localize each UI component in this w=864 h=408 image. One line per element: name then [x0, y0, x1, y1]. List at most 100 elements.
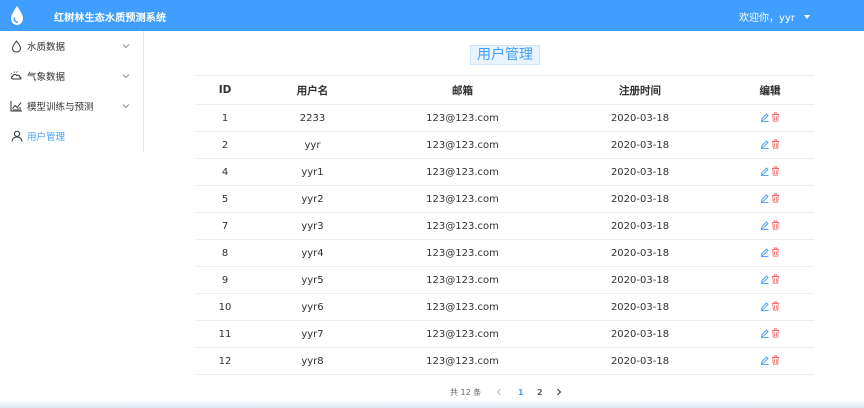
cell-actions [726, 239, 814, 267]
cell-email: 123@123.com [371, 158, 554, 186]
cell-actions [726, 131, 814, 159]
cell-id: 12 [196, 347, 254, 375]
cell-username: yyr5 [254, 266, 371, 294]
caret-down-icon[interactable] [804, 14, 810, 19]
delete-icon[interactable] [771, 220, 780, 230]
sidebar-item-label: 水质数据 [27, 42, 66, 53]
cell-email: 123@123.com [371, 293, 554, 321]
edit-icon[interactable] [760, 166, 769, 176]
table-row: 12 yyr8 123@123.com 2020-03-18 [196, 347, 814, 375]
delete-icon[interactable] [771, 193, 780, 203]
page-title: 用户管理 [470, 45, 540, 65]
cell-actions [726, 158, 814, 186]
sidebar-item-water-quality[interactable]: 水质数据 [0, 31, 143, 61]
cell-id: 2 [196, 131, 254, 159]
weather-cloud-icon [10, 70, 23, 83]
water-drop-icon [10, 39, 23, 53]
delete-icon[interactable] [771, 355, 780, 365]
sidebar-item-label: 用户管理 [27, 132, 66, 143]
chevron-down-icon [122, 74, 130, 79]
table-row: 7 yyr3 123@123.com 2020-03-18 [196, 212, 814, 240]
cell-actions [726, 185, 814, 213]
edit-icon[interactable] [760, 139, 769, 149]
cell-registered: 2020-03-18 [554, 158, 726, 186]
sidebar-item-weather[interactable]: 气象数据 [0, 61, 143, 91]
top-bar: 红树林生态水质预测系统 欢迎你，yyr [0, 0, 864, 31]
cell-email: 123@123.com [371, 104, 554, 132]
cell-email: 123@123.com [371, 131, 554, 159]
cell-actions [726, 347, 814, 375]
column-header-email: 邮箱 [371, 75, 554, 105]
table-row: 10 yyr6 123@123.com 2020-03-18 [196, 293, 814, 321]
delete-icon[interactable] [771, 166, 780, 176]
cell-actions [726, 293, 814, 321]
edit-icon[interactable] [760, 247, 769, 257]
cell-email: 123@123.com [371, 347, 554, 375]
delete-icon[interactable] [771, 328, 780, 338]
edit-icon[interactable] [760, 112, 769, 122]
edit-icon[interactable] [760, 193, 769, 203]
column-header-edit: 编辑 [726, 75, 814, 105]
sidebar-item-model-training[interactable]: 模型训练与预测 [0, 91, 143, 121]
table-header-row: ID 用户名 邮箱 注册时间 编辑 [196, 75, 814, 105]
cell-username: yyr3 [254, 212, 371, 240]
cell-id: 4 [196, 158, 254, 186]
bottom-edge [0, 400, 864, 408]
cell-username: yyr7 [254, 320, 371, 348]
next-page-icon[interactable] [553, 387, 565, 397]
table-row: 2 yyr 123@123.com 2020-03-18 [196, 131, 814, 159]
cell-id: 1 [196, 104, 254, 132]
sidebar: 水质数据 气象数据 模型训练与预测 用户管理 [0, 31, 144, 152]
cell-id: 9 [196, 266, 254, 294]
cell-username: yyr6 [254, 293, 371, 321]
edit-icon[interactable] [760, 328, 769, 338]
cell-id: 11 [196, 320, 254, 348]
water-drop-logo-icon [11, 6, 23, 25]
cell-id: 8 [196, 239, 254, 267]
table-row: 1 2233 123@123.com 2020-03-18 [196, 104, 814, 132]
app-title: 红树林生态水质预测系统 [54, 13, 167, 24]
chevron-down-icon [122, 44, 130, 49]
sidebar-item-label: 气象数据 [27, 72, 66, 83]
user-table: ID 用户名 邮箱 注册时间 编辑 1 2233 123@123.com 2020-0… [196, 75, 814, 375]
cell-email: 123@123.com [371, 266, 554, 294]
edit-icon[interactable] [760, 355, 769, 365]
delete-icon[interactable] [771, 112, 780, 122]
cell-id: 10 [196, 293, 254, 321]
cell-registered: 2020-03-18 [554, 239, 726, 267]
user-icon [10, 130, 23, 143]
edit-icon[interactable] [760, 220, 769, 230]
cell-registered: 2020-03-18 [554, 185, 726, 213]
table-row: 4 yyr1 123@123.com 2020-03-18 [196, 158, 814, 186]
delete-icon[interactable] [771, 301, 780, 311]
cell-registered: 2020-03-18 [554, 131, 726, 159]
sidebar-item-user-management[interactable]: 用户管理 [0, 121, 143, 151]
delete-icon[interactable] [771, 247, 780, 257]
cell-id: 7 [196, 212, 254, 240]
cell-username: 2233 [254, 104, 371, 132]
page-button-1[interactable]: 1 [511, 388, 530, 397]
user-menu[interactable]: 欢迎你，yyr [739, 9, 810, 24]
chevron-down-icon [122, 104, 130, 109]
delete-icon[interactable] [771, 139, 780, 149]
delete-icon[interactable] [771, 274, 780, 284]
cell-username: yyr2 [254, 185, 371, 213]
cell-email: 123@123.com [371, 239, 554, 267]
line-chart-icon [10, 100, 23, 113]
user-greeting[interactable]: 欢迎你，yyr [739, 9, 795, 24]
cell-actions [726, 320, 814, 348]
edit-icon[interactable] [760, 301, 769, 311]
column-header-id: ID [196, 75, 254, 105]
cell-email: 123@123.com [371, 212, 554, 240]
page-button-2[interactable]: 2 [530, 388, 549, 397]
table-row: 5 yyr2 123@123.com 2020-03-18 [196, 185, 814, 213]
pagination-total: 共 12 条 [450, 387, 482, 397]
cell-registered: 2020-03-18 [554, 293, 726, 321]
cell-actions [726, 104, 814, 132]
pagination: 共 12 条 1 2 [450, 386, 565, 398]
cell-username: yyr4 [254, 239, 371, 267]
cell-email: 123@123.com [371, 320, 554, 348]
cell-email: 123@123.com [371, 185, 554, 213]
edit-icon[interactable] [760, 274, 769, 284]
prev-page-icon[interactable] [493, 387, 505, 397]
